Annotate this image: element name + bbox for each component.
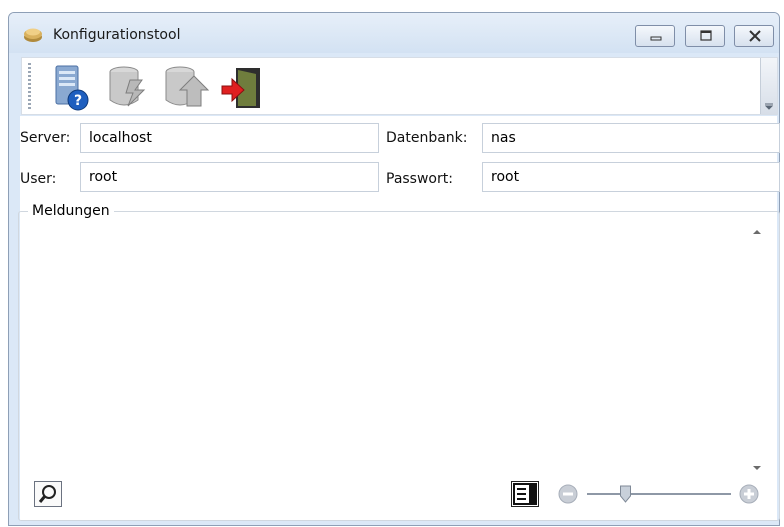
database-execute-button[interactable]	[102, 62, 152, 112]
search-button[interactable]	[34, 481, 62, 507]
database-field[interactable]: nas	[482, 123, 780, 153]
search-icon	[38, 485, 56, 503]
zoom-out-icon[interactable]	[558, 484, 578, 504]
minimize-icon	[650, 36, 662, 41]
close-icon	[749, 30, 761, 42]
close-button[interactable]	[734, 25, 774, 47]
server-label: Server:	[20, 130, 71, 146]
exit-button[interactable]	[218, 62, 268, 112]
password-field[interactable]: root	[482, 162, 780, 192]
database-help-icon: ?	[55, 65, 89, 111]
messages-groupbox	[18, 211, 780, 521]
zoom-slider[interactable]	[585, 484, 735, 504]
messages-scrollbar[interactable]	[748, 226, 766, 474]
title-bar[interactable]: Konfigurationstool	[9, 13, 779, 53]
user-label: User:	[20, 171, 57, 187]
messages-title: Meldungen	[28, 203, 114, 219]
window-title: Konfigurationstool	[53, 27, 181, 43]
database-upload-icon	[165, 66, 210, 107]
maximize-icon	[700, 30, 712, 41]
panel-layout-icon	[513, 483, 537, 505]
toolbar-grip[interactable]	[28, 63, 31, 111]
zoom-in-icon[interactable]	[739, 484, 759, 504]
svg-text:?: ?	[74, 93, 82, 109]
database-upload-button[interactable]	[160, 62, 210, 112]
database-execute-icon	[109, 66, 146, 107]
maximize-button[interactable]	[685, 25, 725, 47]
app-icon	[24, 28, 42, 42]
server-field[interactable]: localhost	[80, 123, 379, 153]
password-label: Passwort:	[386, 171, 453, 187]
scroll-down-icon[interactable]	[748, 462, 766, 474]
database-help-button[interactable]: ?	[44, 62, 94, 112]
chevron-down-icon	[765, 103, 773, 110]
database-label: Datenbank:	[386, 130, 468, 146]
toolbar-overflow-button[interactable]	[760, 58, 777, 114]
user-field[interactable]: root	[80, 162, 379, 192]
zoom-slider-thumb[interactable]	[620, 485, 631, 503]
view-toggle-button[interactable]	[511, 481, 539, 507]
toolbar: ?	[21, 57, 778, 115]
exit-icon	[221, 68, 260, 108]
scroll-up-icon[interactable]	[748, 226, 766, 238]
minimize-button[interactable]	[635, 25, 675, 47]
